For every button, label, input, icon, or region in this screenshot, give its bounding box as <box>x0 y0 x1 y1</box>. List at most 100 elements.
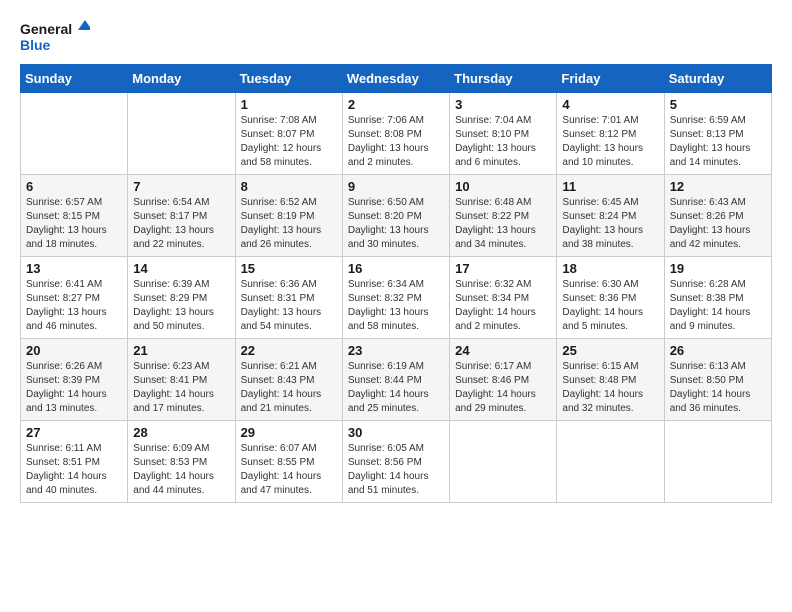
cell-info: Sunrise: 6:54 AMSunset: 8:17 PMDaylight:… <box>133 196 229 252</box>
cell-day-number: 18 <box>562 261 658 276</box>
cell-info: Sunrise: 7:06 AMSunset: 8:08 PMDaylight:… <box>348 114 444 170</box>
calendar-cell: 20 Sunrise: 6:26 AMSunset: 8:39 PMDayligh… <box>21 339 128 421</box>
cell-day-number: 30 <box>348 425 444 440</box>
cell-info: Sunrise: 6:30 AMSunset: 8:36 PMDaylight:… <box>562 278 658 334</box>
day-header-friday: Friday <box>557 65 664 93</box>
cell-info: Sunrise: 7:01 AMSunset: 8:12 PMDaylight:… <box>562 114 658 170</box>
cell-info: Sunrise: 6:19 AMSunset: 8:44 PMDaylight:… <box>348 360 444 416</box>
cell-info: Sunrise: 6:59 AMSunset: 8:13 PMDaylight:… <box>670 114 766 170</box>
calendar-cell: 11 Sunrise: 6:45 AMSunset: 8:24 PMDayligh… <box>557 175 664 257</box>
page-header: General Blue <box>20 16 772 56</box>
cell-day-number: 23 <box>348 343 444 358</box>
cell-info: Sunrise: 6:41 AMSunset: 8:27 PMDaylight:… <box>26 278 122 334</box>
calendar-cell: 17 Sunrise: 6:32 AMSunset: 8:34 PMDayligh… <box>450 257 557 339</box>
cell-info: Sunrise: 6:50 AMSunset: 8:20 PMDaylight:… <box>348 196 444 252</box>
cell-info: Sunrise: 6:39 AMSunset: 8:29 PMDaylight:… <box>133 278 229 334</box>
cell-day-number: 12 <box>670 179 766 194</box>
calendar-week-4: 20 Sunrise: 6:26 AMSunset: 8:39 PMDayligh… <box>21 339 772 421</box>
calendar-cell: 2Sunrise: 7:06 AMSunset: 8:08 PMDaylight… <box>342 93 449 175</box>
cell-info: Sunrise: 6:36 AMSunset: 8:31 PMDaylight:… <box>241 278 337 334</box>
cell-info: Sunrise: 6:52 AMSunset: 8:19 PMDaylight:… <box>241 196 337 252</box>
calendar-cell: 7 Sunrise: 6:54 AMSunset: 8:17 PMDaylight… <box>128 175 235 257</box>
calendar-cell: 8 Sunrise: 6:52 AMSunset: 8:19 PMDaylight… <box>235 175 342 257</box>
calendar-cell: 28 Sunrise: 6:09 AMSunset: 8:53 PMDayligh… <box>128 421 235 503</box>
cell-day-number: 22 <box>241 343 337 358</box>
cell-info: Sunrise: 6:09 AMSunset: 8:53 PMDaylight:… <box>133 442 229 498</box>
calendar-cell: 22 Sunrise: 6:21 AMSunset: 8:43 PMDayligh… <box>235 339 342 421</box>
day-header-saturday: Saturday <box>664 65 771 93</box>
svg-text:General: General <box>20 21 72 37</box>
cell-day-number: 29 <box>241 425 337 440</box>
day-header-monday: Monday <box>128 65 235 93</box>
cell-day-number: 20 <box>26 343 122 358</box>
cell-info: Sunrise: 7:08 AMSunset: 8:07 PMDaylight:… <box>241 114 337 170</box>
calendar-week-3: 13Sunrise: 6:41 AMSunset: 8:27 PMDayligh… <box>21 257 772 339</box>
calendar-cell <box>557 421 664 503</box>
day-header-tuesday: Tuesday <box>235 65 342 93</box>
cell-day-number: 27 <box>26 425 122 440</box>
cell-info: Sunrise: 6:57 AMSunset: 8:15 PMDaylight:… <box>26 196 122 252</box>
cell-day-number: 6 <box>26 179 122 194</box>
day-header-wednesday: Wednesday <box>342 65 449 93</box>
cell-info: Sunrise: 6:26 AMSunset: 8:39 PMDaylight:… <box>26 360 122 416</box>
cell-info: Sunrise: 6:48 AMSunset: 8:22 PMDaylight:… <box>455 196 551 252</box>
cell-info: Sunrise: 6:32 AMSunset: 8:34 PMDaylight:… <box>455 278 551 334</box>
cell-day-number: 8 <box>241 179 337 194</box>
cell-info: Sunrise: 6:07 AMSunset: 8:55 PMDaylight:… <box>241 442 337 498</box>
cell-day-number: 21 <box>133 343 229 358</box>
calendar-cell: 3 Sunrise: 7:04 AMSunset: 8:10 PMDaylight… <box>450 93 557 175</box>
calendar-cell: 4 Sunrise: 7:01 AMSunset: 8:12 PMDaylight… <box>557 93 664 175</box>
calendar-cell: 21 Sunrise: 6:23 AMSunset: 8:41 PMDayligh… <box>128 339 235 421</box>
calendar-cell: 5 Sunrise: 6:59 AMSunset: 8:13 PMDaylight… <box>664 93 771 175</box>
calendar-cell: 14 Sunrise: 6:39 AMSunset: 8:29 PMDayligh… <box>128 257 235 339</box>
cell-info: Sunrise: 6:05 AMSunset: 8:56 PMDaylight:… <box>348 442 444 498</box>
cell-day-number: 28 <box>133 425 229 440</box>
day-header-sunday: Sunday <box>21 65 128 93</box>
calendar-cell: 23 Sunrise: 6:19 AMSunset: 8:44 PMDayligh… <box>342 339 449 421</box>
calendar-week-2: 6 Sunrise: 6:57 AMSunset: 8:15 PMDaylight… <box>21 175 772 257</box>
cell-info: Sunrise: 6:21 AMSunset: 8:43 PMDaylight:… <box>241 360 337 416</box>
calendar-cell: 16 Sunrise: 6:34 AMSunset: 8:32 PMDayligh… <box>342 257 449 339</box>
calendar-cell: 19 Sunrise: 6:28 AMSunset: 8:38 PMDayligh… <box>664 257 771 339</box>
calendar-cell: 10Sunrise: 6:48 AMSunset: 8:22 PMDayligh… <box>450 175 557 257</box>
calendar-cell: 29 Sunrise: 6:07 AMSunset: 8:55 PMDayligh… <box>235 421 342 503</box>
cell-day-number: 7 <box>133 179 229 194</box>
cell-day-number: 17 <box>455 261 551 276</box>
cell-day-number: 4 <box>562 97 658 112</box>
svg-text:Blue: Blue <box>20 37 51 53</box>
calendar-cell: 27 Sunrise: 6:11 AMSunset: 8:51 PMDayligh… <box>21 421 128 503</box>
calendar-cell: 12 Sunrise: 6:43 AMSunset: 8:26 PMDayligh… <box>664 175 771 257</box>
cell-info: Sunrise: 6:13 AMSunset: 8:50 PMDaylight:… <box>670 360 766 416</box>
calendar-cell: 15 Sunrise: 6:36 AMSunset: 8:31 PMDayligh… <box>235 257 342 339</box>
cell-day-number: 16 <box>348 261 444 276</box>
calendar-cell: 1 Sunrise: 7:08 AMSunset: 8:07 PMDaylight… <box>235 93 342 175</box>
cell-info: Sunrise: 6:43 AMSunset: 8:26 PMDaylight:… <box>670 196 766 252</box>
calendar-cell: 9 Sunrise: 6:50 AMSunset: 8:20 PMDaylight… <box>342 175 449 257</box>
cell-day-number: 9 <box>348 179 444 194</box>
cell-day-number: 11 <box>562 179 658 194</box>
cell-day-number: 3 <box>455 97 551 112</box>
calendar-cell: 25Sunrise: 6:15 AMSunset: 8:48 PMDayligh… <box>557 339 664 421</box>
cell-day-number: 14 <box>133 261 229 276</box>
calendar-table: SundayMondayTuesdayWednesdayThursdayFrid… <box>20 64 772 503</box>
cell-day-number: 25 <box>562 343 658 358</box>
cell-info: Sunrise: 7:04 AMSunset: 8:10 PMDaylight:… <box>455 114 551 170</box>
cell-day-number: 1 <box>241 97 337 112</box>
logo: General Blue <box>20 16 90 56</box>
cell-info: Sunrise: 6:28 AMSunset: 8:38 PMDaylight:… <box>670 278 766 334</box>
day-header-thursday: Thursday <box>450 65 557 93</box>
calendar-week-5: 27 Sunrise: 6:11 AMSunset: 8:51 PMDayligh… <box>21 421 772 503</box>
cell-info: Sunrise: 6:34 AMSunset: 8:32 PMDaylight:… <box>348 278 444 334</box>
cell-day-number: 26 <box>670 343 766 358</box>
cell-info: Sunrise: 6:45 AMSunset: 8:24 PMDaylight:… <box>562 196 658 252</box>
calendar-cell: 26 Sunrise: 6:13 AMSunset: 8:50 PMDayligh… <box>664 339 771 421</box>
cell-day-number: 15 <box>241 261 337 276</box>
calendar-cell: 24Sunrise: 6:17 AMSunset: 8:46 PMDayligh… <box>450 339 557 421</box>
cell-day-number: 19 <box>670 261 766 276</box>
cell-day-number: 5 <box>670 97 766 112</box>
cell-info: Sunrise: 6:11 AMSunset: 8:51 PMDaylight:… <box>26 442 122 498</box>
calendar-cell: 13Sunrise: 6:41 AMSunset: 8:27 PMDayligh… <box>21 257 128 339</box>
calendar-week-1: 1 Sunrise: 7:08 AMSunset: 8:07 PMDaylight… <box>21 93 772 175</box>
calendar-cell <box>128 93 235 175</box>
cell-info: Sunrise: 6:23 AMSunset: 8:41 PMDaylight:… <box>133 360 229 416</box>
